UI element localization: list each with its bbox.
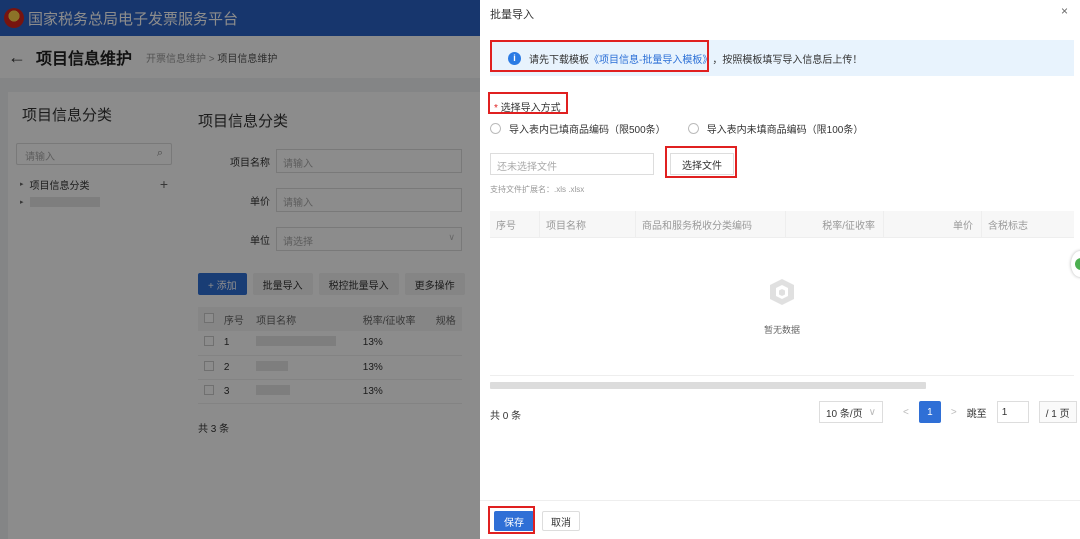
radio-without-code[interactable]: 导入表内未填商品编码（限100条） [687, 121, 864, 136]
column-header: 税率/征收率 [786, 211, 884, 237]
assistant-dot [1075, 258, 1080, 270]
highlight-box [490, 40, 709, 72]
column-header: 序号 [490, 211, 540, 237]
table-header: 序号 项目名称 商品和服务税收分类编码 税率/征收率 单价 含税标志 [490, 211, 1074, 238]
drawer-title: 批量导入 [490, 9, 534, 21]
radio-label: 导入表内已填商品编码（限500条） [509, 125, 666, 136]
page-size-value: 10 条/页 [826, 408, 863, 420]
empty-box-icon [770, 279, 794, 305]
alert-suffix: ，按照模板填写导入信息后上传！ [712, 54, 863, 66]
page-size-select[interactable]: 10 条/页 ∨ [819, 401, 883, 423]
jump-page-input[interactable]: 1 [996, 401, 1029, 423]
cancel-button[interactable]: 取消 [542, 511, 580, 531]
batch-import-drawer: 批量导入 × i 请先下载模板 《项目信息-批量导入模板》 ，按照模板填写导入信… [480, 0, 1080, 539]
highlight-box [665, 146, 737, 178]
highlight-box [488, 506, 535, 534]
chevron-down-icon: ∨ [868, 406, 876, 418]
radio-with-code[interactable]: 导入表内已填商品编码（限500条） [490, 121, 666, 136]
column-header: 商品和服务税收分类编码 [636, 211, 786, 237]
file-extension-hint: 支持文件扩展名：.xls .xlsx [490, 185, 585, 194]
import-preview-table: 序号 项目名称 商品和服务税收分类编码 税率/征收率 单价 含税标志 暂无数据 [490, 211, 1074, 376]
next-page-icon[interactable]: > [951, 407, 957, 418]
page-number-current[interactable]: 1 [918, 401, 941, 423]
empty-state: 暂无数据 [490, 238, 1074, 376]
column-header: 单价 [884, 211, 982, 237]
horizontal-scrollbar[interactable] [490, 382, 926, 389]
file-input-placeholder: 还未选择文件 [497, 162, 557, 173]
radio-circle[interactable] [687, 123, 699, 134]
jump-label: 跳至 [966, 408, 987, 420]
empty-text: 暂无数据 [763, 325, 800, 335]
import-method-radio-group: 导入表内已填商品编码（限500条） 导入表内未填商品编码（限100条） [490, 121, 863, 136]
highlight-box [488, 92, 568, 114]
pagination: 10 条/页 ∨ < 1 > 跳至 1 / 1 页 [819, 401, 1077, 423]
footer-divider [480, 500, 1080, 501]
prev-page-icon[interactable]: < [903, 407, 909, 418]
column-header: 含税标志 [988, 220, 1028, 232]
record-total: 共 0 条 [490, 411, 522, 422]
radio-circle[interactable] [490, 123, 501, 134]
radio-label: 导入表内未填商品编码（限100条） [706, 125, 864, 136]
file-path-input[interactable]: 还未选择文件 [490, 153, 654, 175]
close-icon[interactable]: × [1061, 4, 1068, 18]
column-header: 项目名称 [540, 211, 636, 237]
total-pages: / 1 页 [1038, 401, 1077, 423]
